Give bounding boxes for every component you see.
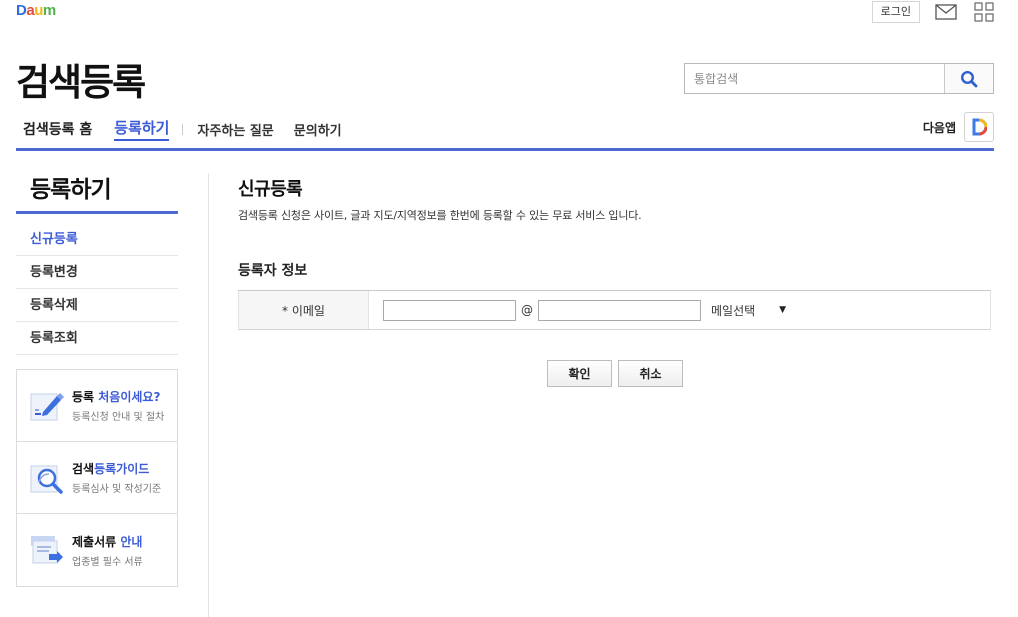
header-divider: [16, 148, 994, 151]
login-button[interactable]: 로그인: [871, 1, 920, 23]
banner-first-time[interactable]: 등록 처음이세요? 등록신청 안내 및 절차: [17, 370, 177, 442]
banner-first-time-text: 등록 처음이세요? 등록신청 안내 및 절차: [72, 388, 164, 423]
daum-logo[interactable]: Daum: [16, 2, 56, 19]
nav-home[interactable]: 검색등록 홈: [23, 119, 92, 139]
banner-guide-title-plain: 검색: [72, 462, 95, 476]
pencil-document-icon: [30, 392, 64, 420]
logo-letter-a: a: [26, 2, 35, 19]
lnb-divider: [16, 211, 178, 214]
magnifier-document-icon: [30, 465, 63, 494]
banner-guide[interactable]: 검색등록가이드 등록심사 및 작성기준: [17, 442, 177, 514]
search-button[interactable]: [944, 64, 993, 93]
daum-app-link[interactable]: 다음앱: [923, 112, 994, 142]
content-description: 검색등록 신청은 사이트, 글과 지도/지역정보를 한번에 등록할 수 있는 무…: [238, 209, 642, 222]
search-box: [684, 63, 994, 94]
nav-faq[interactable]: 자주하는 질문: [197, 120, 273, 139]
logo-letter-u: u: [34, 2, 43, 19]
banner-documents-subtitle: 업종별 필수 서류: [72, 556, 143, 568]
logo-letter-d: D: [16, 2, 27, 19]
form-actions: 확인 취소: [547, 360, 683, 387]
mail-icon[interactable]: [934, 1, 958, 23]
banner-documents-title-highlight: 안내: [120, 534, 143, 549]
lnb-title: 등록하기: [30, 177, 112, 203]
email-fields: @ 메일선택 ▼: [369, 291, 990, 329]
main-nav: 검색등록 홈 등록하기 자주하는 질문 문의하기: [23, 117, 362, 141]
email-domain-input[interactable]: [538, 299, 701, 321]
dropdown-arrow-icon: ▼: [779, 305, 787, 315]
banner-documents-title: 제출서류 안내: [72, 533, 143, 550]
lnb-item-delete[interactable]: 등록삭제: [16, 289, 178, 322]
banner-guide-title: 검색등록가이드: [72, 460, 161, 477]
search-input[interactable]: [685, 64, 944, 93]
email-id-input[interactable]: [383, 299, 516, 321]
banner-first-time-subtitle: 등록신청 안내 및 절차: [72, 412, 165, 423]
lnb-item-lookup[interactable]: 등록조회: [16, 322, 178, 355]
banner-first-time-title-plain: 등록: [72, 390, 99, 404]
nav-inquiry[interactable]: 문의하기: [294, 120, 342, 139]
section-title: 등록자 정보: [238, 263, 308, 279]
banner-documents-text: 제출서류 안내 업종별 필수 서류: [72, 533, 143, 568]
content-title: 신규등록: [238, 179, 303, 200]
top-utility: 로그인: [871, 0, 996, 24]
logo-letter-m: m: [42, 2, 56, 19]
lnb-item-new[interactable]: 신규등록: [16, 223, 178, 256]
lnb-item-change[interactable]: 등록변경: [16, 256, 178, 289]
banner-first-time-title-highlight: 처음이세요?: [98, 390, 161, 404]
confirm-button[interactable]: 확인: [547, 360, 612, 387]
nav-register[interactable]: 등록하기: [114, 117, 170, 141]
banner-guide-text: 검색등록가이드 등록심사 및 작성기준: [72, 460, 161, 495]
mail-domain-select[interactable]: 메일선택 ▼: [711, 302, 786, 319]
page-title[interactable]: 검색등록: [16, 52, 146, 106]
mail-select-label: 메일선택: [711, 303, 756, 318]
cancel-button[interactable]: 취소: [618, 360, 683, 387]
grid-icon[interactable]: [972, 1, 996, 23]
at-sign: @: [521, 303, 533, 317]
lnb-menu: 신규등록 등록변경 등록삭제 등록조회: [16, 223, 178, 355]
search-icon: [960, 70, 978, 87]
documents-arrow-icon: [31, 536, 63, 564]
daum-d-icon: [964, 112, 994, 142]
daum-app-label: 다음앱: [922, 120, 956, 135]
email-label: * 이메일: [238, 291, 369, 329]
banner-guide-subtitle: 등록심사 및 작성기준: [72, 484, 162, 495]
banner-documents[interactable]: 제출서류 안내 업종별 필수 서류: [17, 514, 177, 586]
column-divider: [208, 173, 209, 617]
help-banners: 등록 처음이세요? 등록신청 안내 및 절차 검색등록가이드 등록심사 및 작성…: [16, 369, 178, 587]
banner-first-time-title: 등록 처음이세요?: [72, 388, 164, 405]
banner-documents-title-plain: 제출서류: [72, 534, 121, 549]
banner-guide-title-highlight: 등록가이드: [94, 462, 150, 476]
registrant-form: * 이메일 @ 메일선택 ▼: [238, 290, 991, 330]
nav-divider: [182, 123, 184, 135]
